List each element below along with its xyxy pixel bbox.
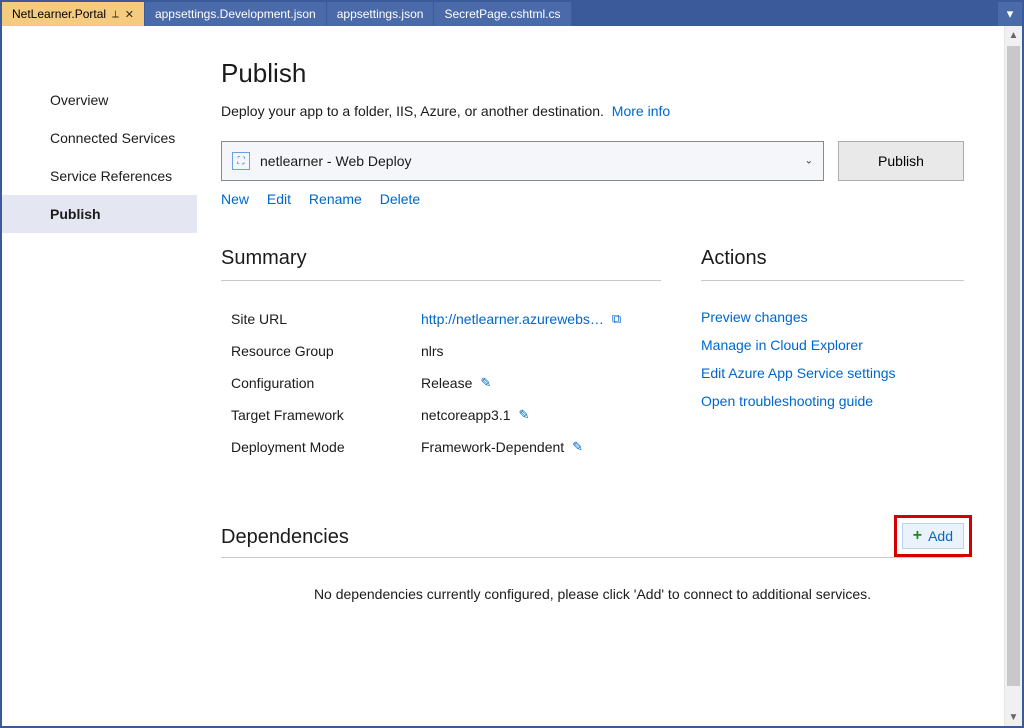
profile-selected-label: netlearner - Web Deploy: [260, 153, 411, 169]
action-edit-app-service-settings[interactable]: Edit Azure App Service settings: [701, 359, 964, 387]
pencil-icon[interactable]: ✎: [480, 375, 491, 391]
profile-row: ⛶ netlearner - Web Deploy ⌄ Publish: [221, 141, 964, 181]
vertical-scrollbar[interactable]: ▲ ▼: [1004, 26, 1022, 726]
action-manage-cloud-explorer[interactable]: Manage in Cloud Explorer: [701, 331, 964, 359]
profile-delete-link[interactable]: Delete: [380, 191, 420, 207]
tab-label: NetLearner.Portal: [12, 7, 106, 21]
tab-secretpage[interactable]: SecretPage.cshtml.cs: [434, 2, 571, 26]
tab-spacer: [572, 2, 999, 26]
main-area: Overview Connected Services Service Refe…: [2, 26, 1022, 726]
profile-edit-link[interactable]: Edit: [267, 191, 291, 207]
dependencies-header: Dependencies + Add: [221, 523, 964, 558]
tab-label: appsettings.json: [337, 7, 424, 21]
pencil-icon[interactable]: ✎: [519, 407, 530, 423]
pencil-icon[interactable]: ✎: [572, 439, 583, 455]
tab-appsettings-dev[interactable]: appsettings.Development.json: [145, 2, 327, 26]
summary-row-target-framework: Target Framework netcoreapp3.1 ✎: [221, 399, 661, 431]
columns: Summary Site URL http://netlearner.azure…: [221, 247, 964, 463]
profile-rename-link[interactable]: Rename: [309, 191, 362, 207]
dependencies-empty-text: No dependencies currently configured, pl…: [221, 558, 964, 602]
summary-row-resource-group: Resource Group nlrs: [221, 335, 661, 367]
publish-profile-dropdown[interactable]: ⛶ netlearner - Web Deploy ⌄: [221, 141, 824, 181]
summary-row-site-url: Site URL http://netlearner.azurewebs… ⧉: [221, 303, 661, 335]
pin-icon[interactable]: ⟂: [112, 9, 119, 20]
chevron-down-icon: ⌄: [805, 156, 813, 167]
actions-heading: Actions: [701, 247, 964, 281]
summary-column: Summary Site URL http://netlearner.azure…: [221, 247, 661, 463]
copy-icon[interactable]: ⧉: [612, 311, 621, 327]
summary-heading: Summary: [221, 247, 661, 281]
tab-overflow-menu-icon[interactable]: ▾: [998, 2, 1022, 26]
tab-label: appsettings.Development.json: [155, 7, 316, 21]
summary-row-configuration: Configuration Release ✎: [221, 367, 661, 399]
tab-strip: NetLearner.Portal ⟂ ✕ appsettings.Develo…: [2, 2, 1022, 26]
web-deploy-icon: ⛶: [232, 152, 250, 170]
sidebar: Overview Connected Services Service Refe…: [2, 26, 197, 726]
summary-row-deployment-mode: Deployment Mode Framework-Dependent ✎: [221, 431, 661, 463]
tab-appsettings[interactable]: appsettings.json: [327, 2, 435, 26]
content-wrap: Publish Deploy your app to a folder, IIS…: [197, 26, 1022, 726]
action-open-troubleshooting[interactable]: Open troubleshooting guide: [701, 387, 964, 415]
tab-netlearner-portal[interactable]: NetLearner.Portal ⟂ ✕: [2, 2, 145, 26]
sidebar-item-connected-services[interactable]: Connected Services: [2, 119, 197, 157]
page-description: Deploy your app to a folder, IIS, Azure,…: [221, 103, 964, 119]
publish-button[interactable]: Publish: [838, 141, 964, 181]
site-url-link[interactable]: http://netlearner.azurewebs…: [421, 311, 604, 327]
actions-column: Actions Preview changes Manage in Cloud …: [701, 247, 964, 463]
action-preview-changes[interactable]: Preview changes: [701, 303, 964, 331]
sidebar-item-service-references[interactable]: Service References: [2, 157, 197, 195]
close-icon[interactable]: ✕: [125, 8, 134, 21]
more-info-link[interactable]: More info: [612, 103, 670, 119]
scroll-thumb[interactable]: [1007, 46, 1020, 686]
sidebar-item-publish[interactable]: Publish: [2, 195, 197, 233]
profile-new-link[interactable]: New: [221, 191, 249, 207]
scroll-up-arrow-icon[interactable]: ▲: [1005, 26, 1022, 44]
annotation-highlight: [894, 515, 972, 557]
content: Publish Deploy your app to a folder, IIS…: [197, 26, 1004, 726]
tab-label: SecretPage.cshtml.cs: [444, 7, 560, 21]
page-title: Publish: [221, 58, 964, 89]
sidebar-item-overview[interactable]: Overview: [2, 81, 197, 119]
dependencies-heading: Dependencies: [221, 526, 349, 549]
scroll-down-arrow-icon[interactable]: ▼: [1005, 708, 1022, 726]
profile-links: New Edit Rename Delete: [221, 191, 964, 207]
